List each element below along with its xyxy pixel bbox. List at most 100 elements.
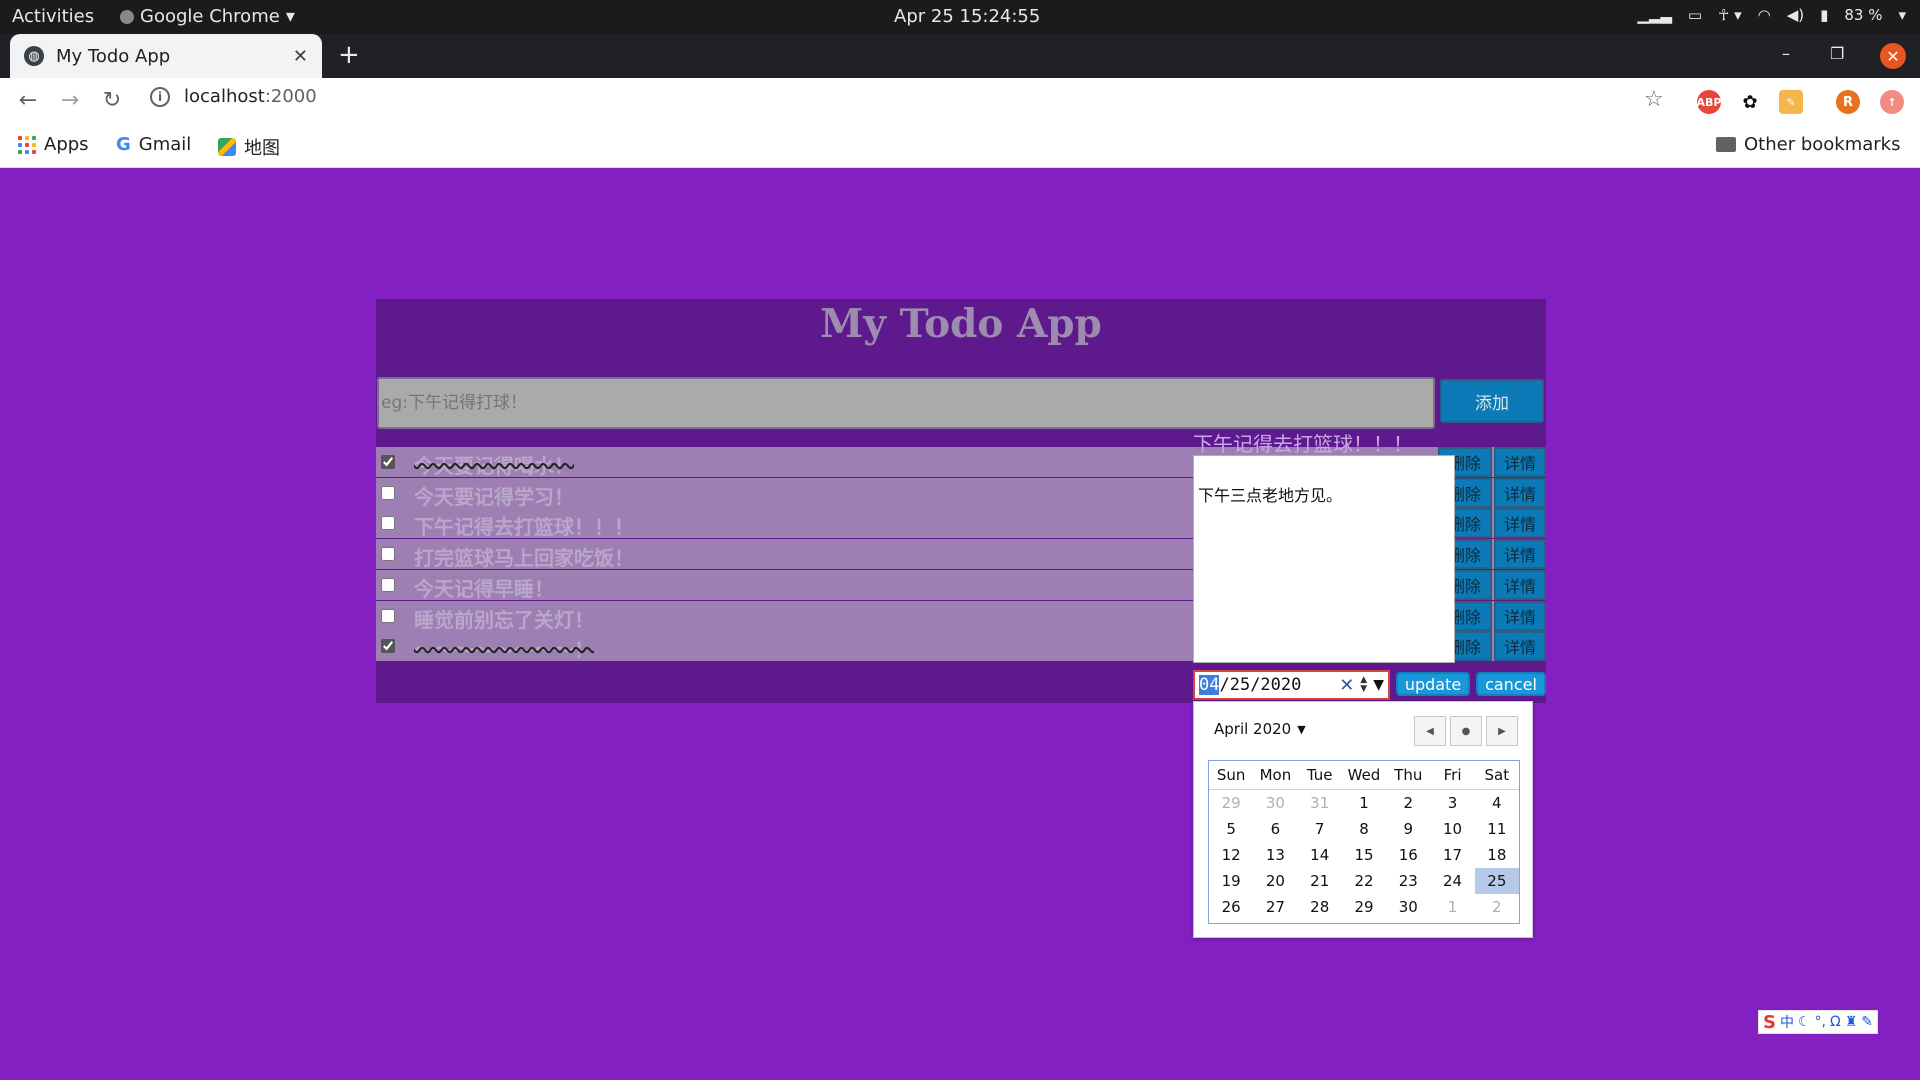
detail-button[interactable]: 详情 <box>1494 508 1546 539</box>
tab-my-todo-app[interactable]: ◍ My Todo App ✕ <box>10 34 322 78</box>
calendar-day[interactable]: 26 <box>1209 894 1253 920</box>
calendar-day[interactable]: 27 <box>1253 894 1297 920</box>
profile-avatar[interactable]: R <box>1836 90 1860 114</box>
today-button[interactable]: ● <box>1450 716 1482 746</box>
todo-checkbox[interactable] <box>381 577 395 592</box>
calendar-day[interactable]: 12 <box>1209 842 1253 868</box>
todo-checkbox[interactable] <box>381 547 395 562</box>
todo-checkbox[interactable] <box>381 639 395 654</box>
calendar-day[interactable]: 8 <box>1342 816 1386 842</box>
month-selector[interactable]: April 2020 ▼ <box>1214 720 1306 738</box>
calendar-day[interactable]: 30 <box>1386 894 1430 920</box>
calendar-day[interactable]: 23 <box>1386 868 1430 894</box>
todo-checkbox[interactable] <box>381 485 395 500</box>
tab-strip: ◍ My Todo App ✕ + – ❐ ✕ <box>0 34 1920 78</box>
calendar-day[interactable]: 9 <box>1386 816 1430 842</box>
calendar-day[interactable]: 6 <box>1253 816 1297 842</box>
app-menu[interactable]: Google Chrome ▾ <box>120 6 295 27</box>
calendar-day[interactable]: 18 <box>1475 842 1519 868</box>
window-close-button[interactable]: ✕ <box>1880 43 1906 69</box>
date-input[interactable]: 04 /25/2020 ✕ ▲ ▼ ▼ <box>1193 670 1390 700</box>
update-button[interactable]: update <box>1396 672 1470 696</box>
calendar-day[interactable]: 20 <box>1253 868 1297 894</box>
next-month-button[interactable]: ▶ <box>1486 716 1518 746</box>
weekday-label: Wed <box>1347 766 1381 784</box>
battery-icon: ▮ <box>1820 6 1829 24</box>
todo-checkbox[interactable] <box>381 608 395 623</box>
notes-extension-icon[interactable]: ✎ <box>1779 90 1803 114</box>
address-bar[interactable]: i localhost:2000 <box>150 86 317 107</box>
calendar-day[interactable]: 4 <box>1475 790 1519 816</box>
calendar-day[interactable]: 3 <box>1430 790 1474 816</box>
new-tab-button[interactable]: + <box>338 42 360 68</box>
todo-input[interactable] <box>377 377 1435 429</box>
calendar-day[interactable]: 1 <box>1342 790 1386 816</box>
todo-checkbox[interactable] <box>381 516 395 531</box>
calendar-day[interactable]: 28 <box>1298 894 1342 920</box>
calendar-day[interactable]: 11 <box>1475 816 1519 842</box>
punctuation-icon: °, <box>1814 1014 1826 1030</box>
calendar-grid: Sun Mon Tue Wed Thu Fri Sat 29 30 31 1 2 3 4 5 6 7 8 9 10 1… <box>1208 760 1520 924</box>
calendar-day[interactable]: 1 <box>1430 894 1474 920</box>
clock[interactable]: Apr 25 15:24:55 <box>894 6 1040 27</box>
paw-extension-icon[interactable]: ✿ <box>1738 90 1762 114</box>
bookmark-apps[interactable]: Apps <box>18 134 89 155</box>
bookmark-gmail[interactable]: G Gmail <box>116 134 191 155</box>
detail-button[interactable]: 详情 <box>1494 600 1546 631</box>
detail-button[interactable]: 详情 <box>1494 631 1546 662</box>
minimize-icon[interactable]: – <box>1782 44 1790 63</box>
calendar-day[interactable]: 14 <box>1298 842 1342 868</box>
detail-button[interactable]: 详情 <box>1494 477 1546 508</box>
back-icon[interactable]: ← <box>8 88 48 113</box>
bookmark-other-label: Other bookmarks <box>1744 134 1901 155</box>
calendar-day[interactable]: 22 <box>1342 868 1386 894</box>
calendar-day[interactable]: 24 <box>1430 868 1474 894</box>
calendar-day[interactable]: 13 <box>1253 842 1297 868</box>
detail-button[interactable]: 详情 <box>1494 569 1546 600</box>
add-button[interactable]: 添加 <box>1440 379 1544 423</box>
date-dropdown-icon[interactable]: ▼ <box>1373 677 1384 693</box>
calendar-day[interactable]: 25 <box>1474 868 1519 894</box>
system-tray[interactable]: ▁▂▃ ▭ ☥ ▾ ◠ ◀) ▮ 83 % ▾ <box>1637 6 1906 24</box>
date-rest-segment[interactable]: /25/2020 <box>1219 675 1301 695</box>
close-tab-icon[interactable]: ✕ <box>293 46 308 67</box>
bookmark-maps[interactable]: 地图 <box>218 134 280 160</box>
reload-icon[interactable]: ↻ <box>92 88 132 113</box>
calendar-day[interactable]: 19 <box>1209 868 1253 894</box>
forward-icon[interactable]: → <box>50 88 90 113</box>
calendar-day[interactable]: 30 <box>1253 790 1297 816</box>
ime-toolbar[interactable]: S 中 ☾ °, Ω ♜ ✎ <box>1758 1010 1878 1034</box>
restore-icon[interactable]: ❐ <box>1830 44 1844 63</box>
calendar-day[interactable]: 5 <box>1209 816 1253 842</box>
calendar-day[interactable]: 2 <box>1475 894 1519 920</box>
calendar-day[interactable]: 31 <box>1298 790 1342 816</box>
system-top-bar: Activities Google Chrome ▾ Apr 25 15:24:… <box>0 0 1920 34</box>
activities-button[interactable]: Activities <box>12 6 94 27</box>
adblock-plus-icon[interactable]: ABP <box>1697 90 1721 114</box>
previous-month-button[interactable]: ◀ <box>1414 716 1446 746</box>
moon-icon: ☾ <box>1797 1014 1811 1030</box>
keyboard-icon: ▭ <box>1687 6 1703 24</box>
cancel-button[interactable]: cancel <box>1476 672 1546 696</box>
bookmark-other[interactable]: Other bookmarks <box>1716 134 1900 155</box>
update-icon[interactable]: ↑ <box>1880 90 1904 114</box>
detail-textarea[interactable]: 下午三点老地方见。 <box>1193 455 1455 663</box>
calendar-day[interactable]: 15 <box>1342 842 1386 868</box>
date-spinner-icon[interactable]: ▲ ▼ <box>1360 676 1367 694</box>
date-month-segment[interactable]: 04 <box>1199 675 1220 695</box>
site-info-icon[interactable]: i <box>150 86 170 107</box>
calendar-day[interactable]: 17 <box>1430 842 1474 868</box>
calendar-day[interactable]: 10 <box>1430 816 1474 842</box>
calendar-day[interactable]: 2 <box>1386 790 1430 816</box>
calendar-day[interactable]: 29 <box>1209 790 1253 816</box>
bookmark-star-icon[interactable]: ☆ <box>1644 87 1664 112</box>
todo-checkbox[interactable] <box>381 455 395 469</box>
calendar-day[interactable]: 7 <box>1298 816 1342 842</box>
calendar-day[interactable]: 29 <box>1342 894 1386 920</box>
clear-date-icon[interactable]: ✕ <box>1339 675 1354 696</box>
calendar-day[interactable]: 16 <box>1386 842 1430 868</box>
detail-button[interactable]: 详情 <box>1494 539 1546 570</box>
url-host: localhost <box>184 86 265 107</box>
detail-button[interactable]: 详情 <box>1494 447 1546 477</box>
calendar-day[interactable]: 21 <box>1298 868 1342 894</box>
